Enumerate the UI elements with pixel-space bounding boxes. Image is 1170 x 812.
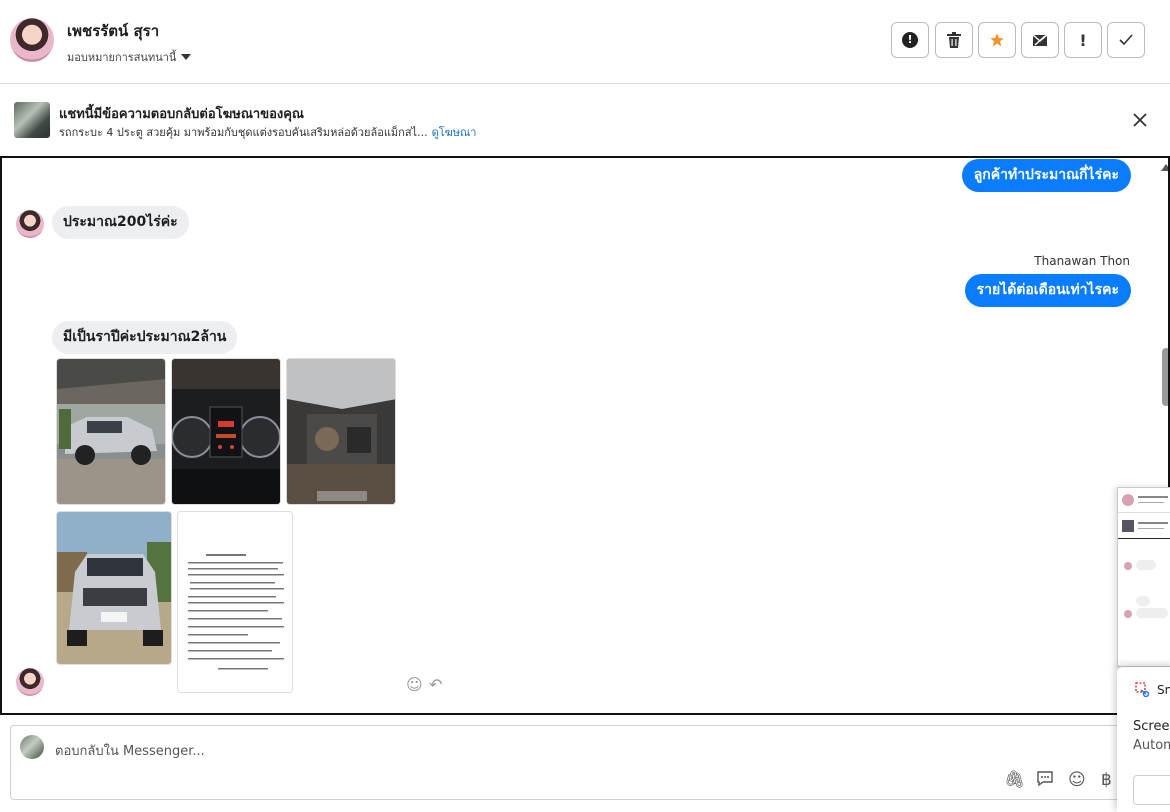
preview-divider — [1118, 512, 1170, 513]
ad-reply-banner: แชทนี้มีข้อความตอบกลับต่อโฆษณาของคุณ รถก… — [0, 84, 1170, 156]
scroll-up-arrow-icon[interactable] — [1161, 164, 1168, 171]
preview-divider — [1118, 538, 1170, 539]
smiley-icon: ☺ — [406, 675, 423, 694]
notification-body: Autom — [1133, 738, 1170, 753]
photo-attachment[interactable] — [56, 358, 166, 505]
photo-attachment[interactable] — [286, 358, 396, 505]
trash-icon — [947, 32, 961, 48]
scroll-thumb[interactable] — [1162, 348, 1168, 406]
document-scan — [178, 512, 292, 692]
contact-avatar[interactable] — [10, 18, 54, 62]
preview-line — [1138, 528, 1164, 529]
follow-up-button[interactable]: ! — [1064, 22, 1102, 58]
ad-banner-description: รถกระบะ 4 ประตู สวยคุ้ม มาพร้อมกับชุดแต่… — [59, 123, 476, 141]
preview-avatar — [1124, 562, 1132, 570]
sender-name: Thanawan Thon — [1034, 254, 1130, 268]
spam-button[interactable]: ! — [891, 22, 929, 58]
check-icon — [1119, 34, 1133, 46]
envelope-icon — [1032, 34, 1048, 46]
preview-line — [1138, 502, 1164, 503]
preview-line — [1138, 496, 1168, 498]
close-banner-button[interactable] — [1130, 110, 1150, 130]
document-attachment[interactable] — [177, 511, 293, 693]
star-icon — [990, 33, 1004, 47]
preview-bubble — [1136, 596, 1150, 606]
paperclip-icon: 🖇 — [1004, 770, 1026, 790]
notification-action-button[interactable] — [1133, 775, 1170, 805]
preview-thumb — [1122, 520, 1134, 532]
message-thread[interactable]: ลูกค้าทำประมาณกี่ไร่คะ ประมาณ200ไร่ค่ะ T… — [0, 156, 1170, 715]
incoming-message[interactable]: มีเป็นราปีค่ะประมาณ2ล้าน — [52, 321, 238, 354]
dashboard-photo — [172, 359, 280, 504]
baht-icon: ฿ — [1101, 770, 1112, 790]
chevron-down-icon — [181, 54, 192, 60]
preview-avatar — [1124, 610, 1132, 618]
saved-replies-button[interactable] — [1036, 770, 1054, 792]
close-icon — [1133, 113, 1147, 127]
preview-avatar — [1122, 494, 1134, 506]
ad-description-text: รถกระบะ 4 ประตู สวยคุ้ม มาพร้อมกับชุดแต่… — [59, 126, 428, 139]
page-avatar — [20, 735, 44, 759]
notification-app-name: Sn — [1157, 683, 1170, 697]
photo-attachment[interactable] — [56, 511, 172, 665]
contact-name[interactable]: เพชรรัตน์ สุรา — [67, 19, 159, 43]
reply-input[interactable]: ตอบกลับใน Messenger... — [55, 740, 205, 761]
smiley-icon: ☺ — [1068, 770, 1086, 790]
speech-bubble-icon — [1037, 771, 1053, 787]
mark-unread-button[interactable] — [1021, 22, 1059, 58]
mark-done-button[interactable] — [1107, 22, 1145, 58]
react-button[interactable]: ☺ — [406, 675, 423, 694]
reply-button[interactable]: ↶ — [429, 675, 442, 694]
preview-bubble — [1136, 608, 1168, 618]
preview-bubble — [1136, 560, 1156, 570]
engine-photo — [287, 359, 395, 504]
emoji-button[interactable]: ☺ — [1068, 770, 1086, 790]
screenshot-preview-overlay[interactable] — [1117, 487, 1170, 667]
photo-attachment[interactable] — [171, 358, 281, 505]
outgoing-message[interactable]: รายได้ต่อเดือนเท่าไรคะ — [964, 274, 1131, 307]
preview-line — [1138, 522, 1168, 524]
truck-front-photo — [57, 512, 171, 664]
ad-banner-title: แชทนี้มีข้อความตอบกลับต่อโฆษณาของคุณ — [59, 107, 304, 122]
assign-label: มอบหมายการสนทนานี้ — [67, 51, 177, 64]
truck-photo — [57, 359, 165, 504]
contact-avatar-small — [16, 210, 44, 238]
incoming-message[interactable]: ประมาณ200ไร่ค่ะ — [52, 206, 189, 239]
exclamation-icon: ! — [1079, 30, 1087, 50]
outgoing-message[interactable]: ลูกค้าทำประมาณกี่ไร่คะ — [961, 159, 1131, 192]
payment-button[interactable]: ฿ — [1101, 770, 1112, 790]
reply-composer[interactable]: ตอบกลับใน Messenger... 🖇 ☺ ฿ — [10, 725, 1160, 800]
star-button[interactable] — [978, 22, 1016, 58]
delete-button[interactable] — [935, 22, 973, 58]
view-ad-link[interactable]: ดูโฆษณา — [432, 126, 477, 139]
reply-arrow-icon: ↶ — [429, 675, 443, 694]
conversation-header: เพชรรัตน์ สุรา มอบหมายการสนทนานี้ ! ! — [0, 0, 1170, 84]
assign-conversation-dropdown[interactable]: มอบหมายการสนทนานี้ — [67, 48, 192, 66]
contact-avatar-small — [16, 668, 44, 696]
snip-notification[interactable]: Sn Screer Autom — [1117, 667, 1170, 812]
notification-title: Screer — [1133, 719, 1170, 734]
alert-circle-icon: ! — [902, 32, 918, 48]
attach-button[interactable]: 🖇 — [1004, 770, 1026, 790]
ad-thumbnail[interactable] — [14, 102, 50, 138]
snipping-tool-icon — [1135, 682, 1150, 698]
